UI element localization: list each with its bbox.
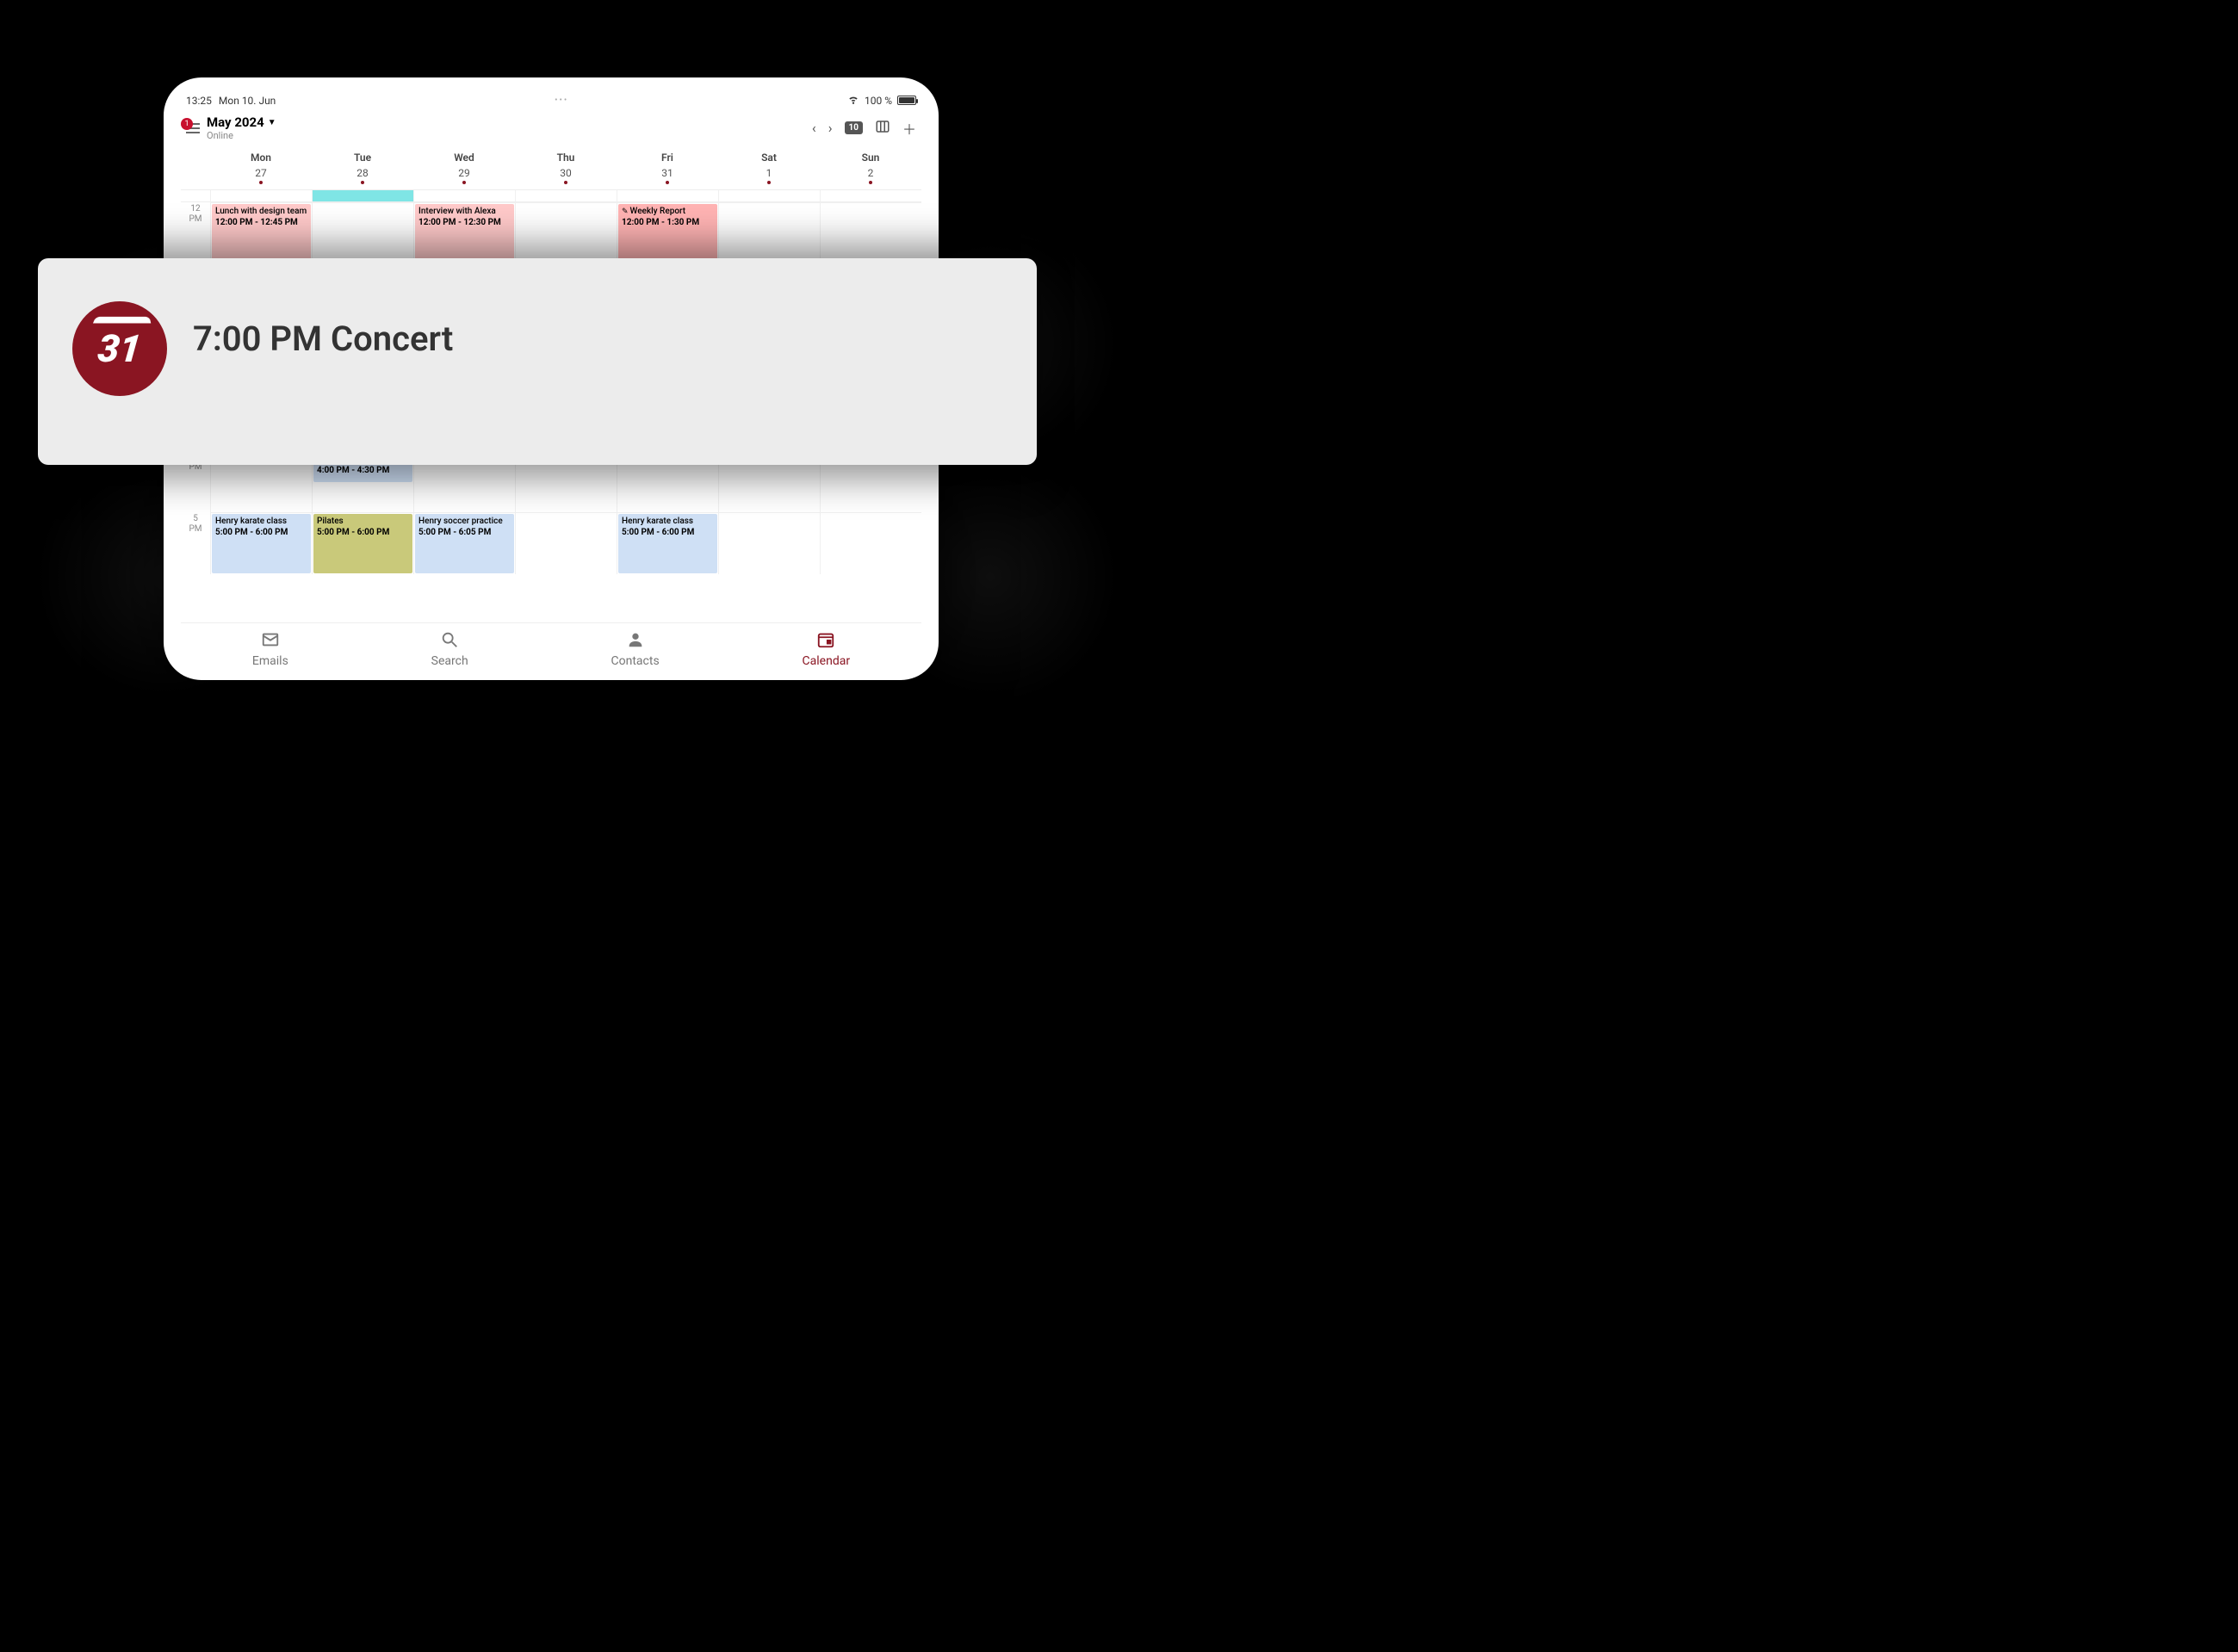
event-tue-5[interactable]: Pilates 5:00 PM - 6:00 PM [313, 514, 412, 573]
chevron-down-icon: ▼ [268, 118, 276, 127]
view-days-chip[interactable]: 10 [845, 121, 863, 134]
nav-emails[interactable]: Emails [252, 630, 288, 668]
battery-icon [897, 96, 916, 105]
status-date: Mon 10. Jun [219, 95, 276, 107]
weekday-header-row: Mon Tue Wed Thu Fri Sat Sun [181, 145, 921, 165]
event-fri-5[interactable]: Henry karate class 5:00 PM - 6:00 PM [618, 514, 717, 573]
status-bar: 13:25 Mon 10. Jun ••• 100 % [181, 93, 921, 113]
search-icon [440, 630, 459, 653]
app-header: 1 May 2024 ▼ Online ‹ › 10 ＋ [181, 113, 921, 145]
status-time: 13:25 [186, 95, 212, 107]
next-week-button[interactable]: › [828, 120, 833, 136]
notification-app-icon: 31 [72, 301, 167, 396]
multitask-dots[interactable]: ••• [276, 96, 847, 105]
event-mon-5[interactable]: Henry karate class 5:00 PM - 6:00 PM [212, 514, 311, 573]
nav-contacts[interactable]: Contacts [611, 630, 660, 668]
calendar-day-icon: 31 [96, 326, 144, 371]
person-icon [626, 630, 645, 653]
event-fri-12[interactable]: ✎Weekly Report 12:00 PM - 1:30 PM [618, 204, 717, 263]
nav-search[interactable]: Search [431, 630, 468, 668]
date-tue[interactable]: 28 [312, 165, 413, 188]
add-event-button[interactable]: ＋ [902, 118, 916, 139]
weekday-mon: Mon [210, 148, 312, 165]
mail-icon [261, 630, 280, 653]
nav-calendar[interactable]: Calendar [803, 630, 851, 668]
weekday-tue: Tue [312, 148, 413, 165]
date-thu[interactable]: 30 [515, 165, 617, 188]
prev-week-button[interactable]: ‹ [812, 120, 816, 136]
bottom-nav: Emails Search Contacts Calendar [181, 622, 921, 670]
event-wed-12[interactable]: Interview with Alexa 12:00 PM - 12:30 PM [415, 204, 514, 263]
date-sun[interactable]: 2 [820, 165, 921, 188]
allday-event-tue[interactable] [312, 190, 413, 201]
allday-row [181, 190, 921, 202]
weekday-fri: Fri [617, 148, 718, 165]
date-header-row: 27 28 29 30 31 1 2 [181, 165, 921, 190]
time-label-12pm: 12PM [181, 202, 210, 264]
weekday-sun: Sun [820, 148, 921, 165]
weekday-thu: Thu [515, 148, 617, 165]
columns-icon[interactable] [875, 119, 890, 138]
event-wed-5[interactable]: Henry soccer practice 5:00 PM - 6:05 PM [415, 514, 514, 573]
weekday-sat: Sat [718, 148, 820, 165]
menu-button[interactable]: 1 [186, 123, 200, 133]
menu-badge: 1 [181, 118, 193, 130]
notification-banner[interactable]: 31 7:00 PM Concert [38, 258, 1037, 465]
month-picker[interactable]: May 2024 ▼ [207, 114, 276, 130]
date-fri[interactable]: 31 [617, 165, 718, 188]
date-wed[interactable]: 29 [413, 165, 515, 188]
weekday-wed: Wed [413, 148, 515, 165]
event-mon-12[interactable]: Lunch with design team 12:00 PM - 12:45 … [212, 204, 311, 263]
calendar-icon [816, 630, 835, 653]
time-label-5pm: 5PM [181, 512, 210, 574]
date-sat[interactable]: 1 [718, 165, 820, 188]
date-mon[interactable]: 27 [210, 165, 312, 188]
month-label: May 2024 [207, 114, 264, 130]
wifi-icon [847, 93, 859, 108]
online-status: Online [207, 130, 276, 141]
notification-text: 7:00 PM Concert [193, 293, 453, 359]
pencil-icon: ✎ [622, 207, 629, 216]
battery-percent: 100 % [865, 95, 892, 107]
